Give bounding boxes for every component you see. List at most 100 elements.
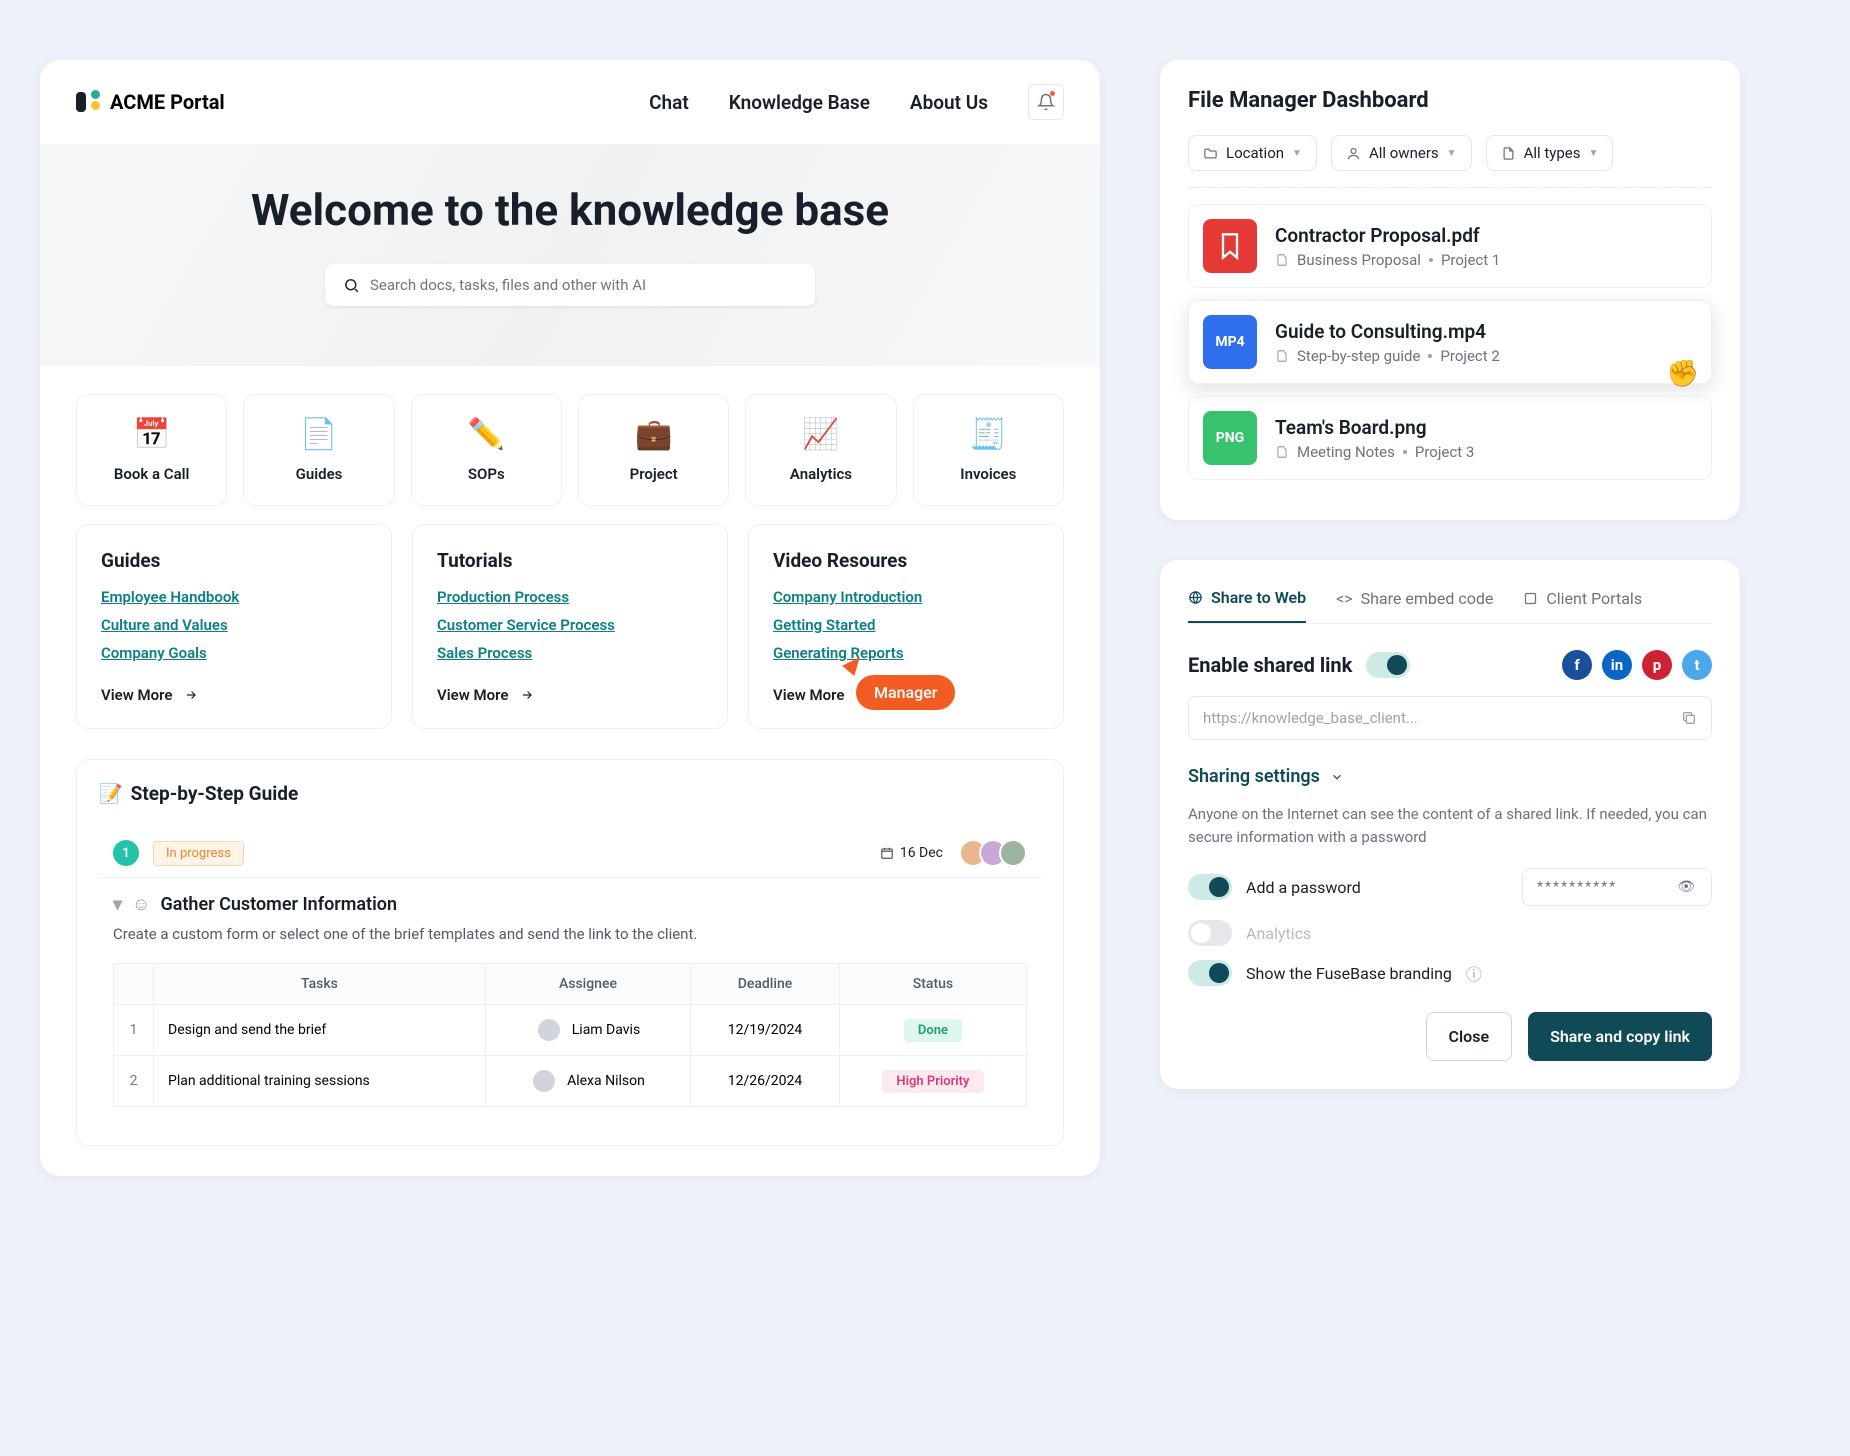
resource-link[interactable]: Company Goals [101,644,367,662]
resource-link[interactable]: Employee Handbook [101,588,367,606]
guide-subtask-title[interactable]: ▾☺ Gather Customer Information [113,894,1027,915]
nav-chat[interactable]: Chat [649,91,689,114]
table-row[interactable]: 1 Design and send the brief Liam Davis 1… [114,1005,1027,1056]
tab-portals[interactable]: Client Portals [1523,588,1642,623]
tile-invoices[interactable]: 🧾 Invoices [913,394,1064,506]
tile-label: Guides [296,465,343,483]
file-row[interactable]: MP4 Guide to Consulting.mp4 Step-by-step… [1188,300,1712,384]
folder-icon [1203,146,1218,161]
nav-about[interactable]: About Us [910,91,988,114]
tile-icon: 📈 [756,417,885,452]
file-row[interactable]: PNG Team's Board.png Meeting NotesProjec… [1188,396,1712,480]
tile-label: SOPs [468,465,505,483]
tile-label: Project [630,465,678,483]
table-row[interactable]: 2 Plan additional training sessions Alex… [114,1056,1027,1107]
logo-icon [76,90,100,114]
nav-knowledge-base[interactable]: Knowledge Base [729,91,870,114]
step-number: 1 [113,840,139,866]
collaborator-avatars[interactable] [967,839,1027,867]
enable-link-label: Enable shared link [1188,653,1352,677]
share-link-field[interactable]: https://knowledge_base_client... [1188,696,1712,740]
option-label: Add a password [1246,878,1361,897]
tile-icon: 🧾 [924,417,1053,452]
facebook-icon[interactable]: f [1562,650,1592,680]
chevron-down-icon: ▼ [1589,148,1599,159]
search-bar[interactable] [325,264,815,306]
guide-section-title: 📝Step-by-Step Guide [99,782,1041,805]
bell-icon [1037,93,1055,111]
filter-location[interactable]: Location▼ [1188,135,1317,171]
tile-label: Book a Call [114,465,190,483]
tile-label: Invoices [960,465,1016,483]
enable-link-toggle[interactable] [1366,652,1410,678]
card-title: Video Resoures [773,549,1039,572]
file-meta: Business ProposalProject 1 [1275,251,1500,269]
tab-share-web[interactable]: Share to Web [1188,588,1306,623]
globe-icon [1188,590,1203,605]
tile-book-a-call[interactable]: 📅 Book a Call [76,394,227,506]
view-more-link[interactable]: View More [773,686,1039,704]
arrow-right-icon [182,688,200,702]
file-title: Team's Board.png [1275,416,1474,439]
doc-icon [1275,253,1289,267]
twitter-icon[interactable]: t [1682,650,1712,680]
option-toggle[interactable] [1188,960,1232,986]
file-type-icon [1203,219,1257,273]
notifications-button[interactable] [1028,84,1064,120]
card-title: Tutorials [437,549,703,572]
option-toggle[interactable] [1188,920,1232,946]
arrow-right-icon [854,688,872,702]
eye-icon[interactable]: 👁 [1677,879,1697,895]
filter-all-owners[interactable]: All owners▼ [1331,135,1472,171]
tile-analytics[interactable]: 📈 Analytics [745,394,896,506]
search-input[interactable] [370,276,797,294]
chevron-down-icon [1330,770,1344,784]
tile-icon: ✏️ [422,417,551,452]
search-icon [343,277,360,294]
option-toggle[interactable] [1188,874,1232,900]
tile-sops[interactable]: ✏️ SOPs [411,394,562,506]
option-label: Analytics [1246,924,1311,943]
guide-description: Create a custom form or select one of th… [113,925,1027,943]
resource-link[interactable]: Production Process [437,588,703,606]
resource-link[interactable]: Customer Service Process [437,616,703,634]
linkedin-icon[interactable]: in [1602,650,1632,680]
resource-link[interactable]: Generating Reports [773,644,1039,662]
code-icon: <> [1336,589,1353,608]
tile-guides[interactable]: 📄 Guides [243,394,394,506]
brand-logo[interactable]: ACME Portal [76,90,225,114]
brand-name: ACME Portal [110,90,225,114]
file-manager-title: File Manager Dashboard [1188,88,1712,113]
user-icon [1346,146,1361,161]
file-row[interactable]: Contractor Proposal.pdf Business Proposa… [1188,204,1712,288]
copy-icon[interactable] [1681,710,1697,726]
password-field[interactable]: **********👁 [1522,868,1712,906]
view-more-link[interactable]: View More [437,686,703,704]
view-more-link[interactable]: View More [101,686,367,704]
resource-link[interactable]: Sales Process [437,644,703,662]
hero-title: Welcome to the knowledge base [76,184,1064,236]
tab-embed[interactable]: <> Share embed code [1336,588,1493,623]
progress-badge: In progress [153,841,244,866]
tile-project[interactable]: 💼 Project [578,394,729,506]
file-title: Contractor Proposal.pdf [1275,224,1500,247]
file-type-icon: MP4 [1203,315,1257,369]
file-meta: Meeting NotesProject 3 [1275,443,1474,461]
arrow-right-icon [518,688,536,702]
close-button[interactable]: Close [1426,1012,1513,1061]
tile-label: Analytics [790,465,852,483]
filter-all-types[interactable]: All types▼ [1486,135,1614,171]
file-meta: Step-by-step guideProject 2 [1275,347,1500,365]
tile-icon: 📅 [87,417,216,452]
resource-link[interactable]: Company Introduction [773,588,1039,606]
resource-link[interactable]: Culture and Values [101,616,367,634]
sharing-settings-toggle[interactable]: Sharing settings [1188,766,1712,787]
chevron-down-icon: ▼ [1292,148,1302,159]
resource-link[interactable]: Getting Started [773,616,1039,634]
card-title: Guides [101,549,367,572]
pinterest-icon[interactable]: p [1642,650,1672,680]
share-copy-button[interactable]: Share and copy link [1528,1012,1712,1061]
task-table: Tasks Assignee Deadline Status 1 Design … [113,963,1027,1107]
guide-date: 16 Dec [880,845,943,861]
info-icon[interactable]: ⓘ [1466,961,1482,985]
